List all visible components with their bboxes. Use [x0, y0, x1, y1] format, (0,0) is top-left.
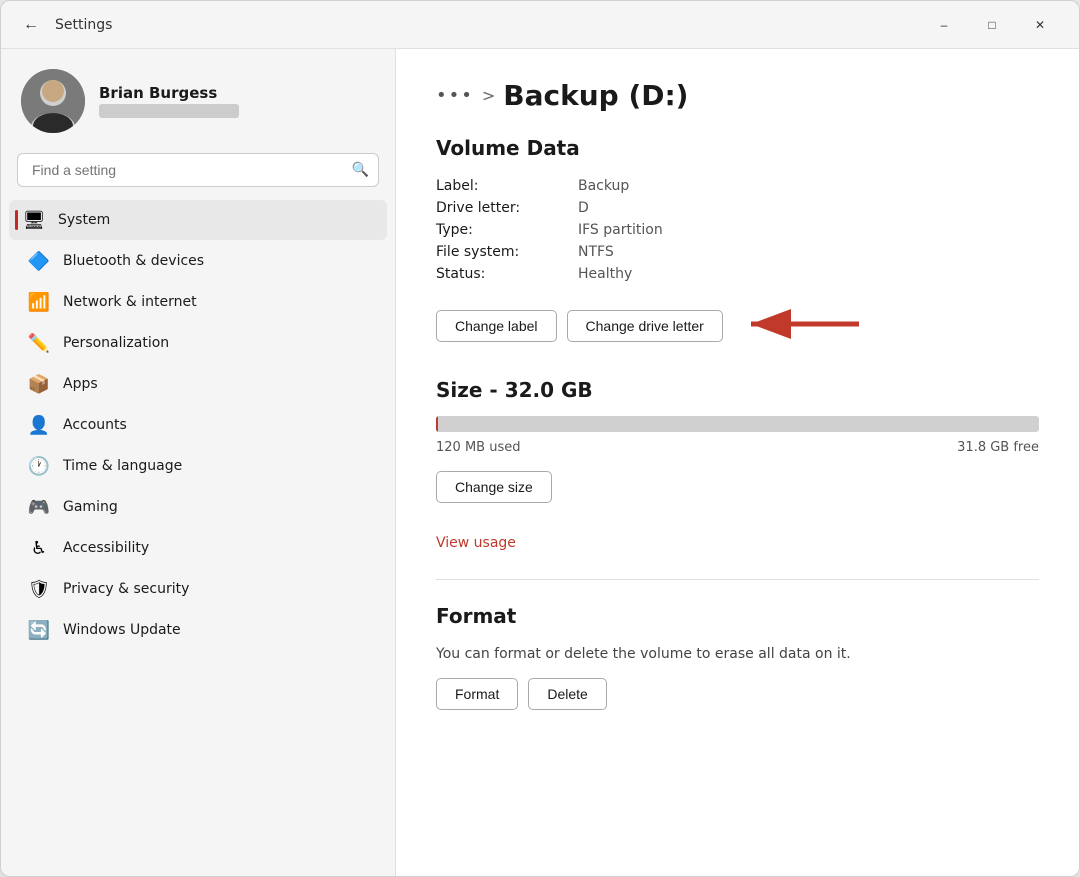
back-button[interactable]: ← [17, 11, 45, 39]
maximize-button[interactable]: □ [969, 9, 1015, 41]
field-value: NTFS [578, 244, 1039, 260]
active-indicator [15, 210, 18, 230]
field-label: Type: [436, 222, 566, 238]
window-controls: – □ ✕ [921, 9, 1063, 41]
privacy-icon: 🛡 [29, 579, 49, 599]
sidebar-item-label-system: System [58, 212, 110, 228]
sidebar-item-apps[interactable]: 📦 Apps [9, 364, 387, 404]
sidebar-item-label-time: Time & language [63, 458, 182, 474]
field-value: D [578, 200, 1039, 216]
accessibility-icon: ♿ [29, 538, 49, 558]
nav-list: 🖥 System 🔷 Bluetooth & devices 📶 Network & in… [1, 199, 395, 651]
breadcrumb-dots: ••• [436, 85, 474, 106]
size-buttons: Change size [436, 471, 1039, 503]
view-usage-link[interactable]: View usage [436, 535, 516, 551]
sidebar-item-accounts[interactable]: 👤 Accounts [9, 405, 387, 445]
used-label: 120 MB used [436, 440, 520, 455]
titlebar-title: Settings [55, 17, 112, 33]
format-section-title: Format [436, 604, 1039, 628]
section-divider [436, 579, 1039, 580]
size-section: Size - 32.0 GB 120 MB used 31.8 GB free … [436, 378, 1039, 551]
avatar [21, 69, 85, 133]
size-title: Size - 32.0 GB [436, 378, 1039, 402]
user-name: Brian Burgess [99, 84, 239, 102]
sidebar-item-accessibility[interactable]: ♿ Accessibility [9, 528, 387, 568]
volume-action-row: Change label Change drive letter [436, 306, 1039, 346]
sidebar-item-personalization[interactable]: ✏️ Personalization [9, 323, 387, 363]
close-button[interactable]: ✕ [1017, 9, 1063, 41]
sidebar-item-label-network: Network & internet [63, 294, 197, 310]
system-icon: 🖥 [24, 210, 44, 230]
sidebar-item-label-privacy: Privacy & security [63, 581, 189, 597]
update-icon: 🔄 [29, 620, 49, 640]
breadcrumb: ••• > Backup (D:) [436, 79, 1039, 112]
change-drive-letter-button[interactable]: Change drive letter [567, 310, 723, 342]
format-buttons: Format Delete [436, 678, 1039, 710]
sidebar-item-label-gaming: Gaming [63, 499, 118, 515]
field-value: IFS partition [578, 222, 1039, 238]
accounts-icon: 👤 [29, 415, 49, 435]
avatar-image [21, 69, 85, 133]
size-labels: 120 MB used 31.8 GB free [436, 440, 1039, 455]
gaming-icon: 🎮 [29, 497, 49, 517]
volume-buttons: Change label Change drive letter [436, 310, 723, 342]
sidebar-item-label-accounts: Accounts [63, 417, 127, 433]
storage-progress-bar [436, 416, 1039, 432]
sidebar-item-label-update: Windows Update [63, 622, 181, 638]
main-content: ••• > Backup (D:) Volume Data Label: Back… [396, 49, 1079, 876]
delete-button[interactable]: Delete [528, 678, 606, 710]
sidebar-item-update[interactable]: 🔄 Windows Update [9, 610, 387, 650]
field-label: Status: [436, 266, 566, 282]
change-size-button[interactable]: Change size [436, 471, 552, 503]
storage-used-fill [436, 416, 438, 432]
sidebar-item-gaming[interactable]: 🎮 Gaming [9, 487, 387, 527]
user-info: Brian Burgess [99, 84, 239, 118]
sidebar-item-label-accessibility: Accessibility [63, 540, 149, 556]
free-label: 31.8 GB free [957, 440, 1039, 455]
sidebar-item-system[interactable]: 🖥 System [9, 200, 387, 240]
sidebar-item-privacy[interactable]: 🛡 Privacy & security [9, 569, 387, 609]
time-icon: 🕐 [29, 456, 49, 476]
field-label: Label: [436, 178, 566, 194]
settings-window: ← Settings – □ ✕ [0, 0, 1080, 877]
field-label: File system: [436, 244, 566, 260]
format-section: Format You can format or delete the volu… [436, 604, 1039, 710]
search-input[interactable] [17, 153, 379, 187]
search-box: 🔍 [17, 153, 379, 187]
breadcrumb-separator: > [482, 86, 495, 105]
titlebar: ← Settings – □ ✕ [1, 1, 1079, 49]
format-description: You can format or delete the volume to e… [436, 646, 1039, 662]
sidebar: Brian Burgess 🔍 🖥 System 🔷 Bluetooth & devi… [1, 49, 396, 876]
sidebar-item-bluetooth[interactable]: 🔷 Bluetooth & devices [9, 241, 387, 281]
volume-data-table: Label: Backup Drive letter: D Type: IFS parti… [436, 178, 1039, 282]
user-email [99, 104, 239, 118]
user-section: Brian Burgess [1, 49, 395, 149]
sidebar-item-label-apps: Apps [63, 376, 98, 392]
sidebar-item-label-personalization: Personalization [63, 335, 169, 351]
red-arrow-annotation [741, 306, 861, 346]
minimize-button[interactable]: – [921, 9, 967, 41]
personalization-icon: ✏️ [29, 333, 49, 353]
content-area: Brian Burgess 🔍 🖥 System 🔷 Bluetooth & devi… [1, 49, 1079, 876]
field-value: Healthy [578, 266, 1039, 282]
change-label-button[interactable]: Change label [436, 310, 557, 342]
format-button[interactable]: Format [436, 678, 518, 710]
apps-icon: 📦 [29, 374, 49, 394]
network-icon: 📶 [29, 292, 49, 312]
bluetooth-icon: 🔷 [29, 251, 49, 271]
breadcrumb-page-title: Backup (D:) [503, 79, 688, 112]
volume-section-title: Volume Data [436, 136, 1039, 160]
field-value: Backup [578, 178, 1039, 194]
sidebar-item-label-bluetooth: Bluetooth & devices [63, 253, 204, 269]
sidebar-item-time[interactable]: 🕐 Time & language [9, 446, 387, 486]
field-label: Drive letter: [436, 200, 566, 216]
sidebar-item-network[interactable]: 📶 Network & internet [9, 282, 387, 322]
